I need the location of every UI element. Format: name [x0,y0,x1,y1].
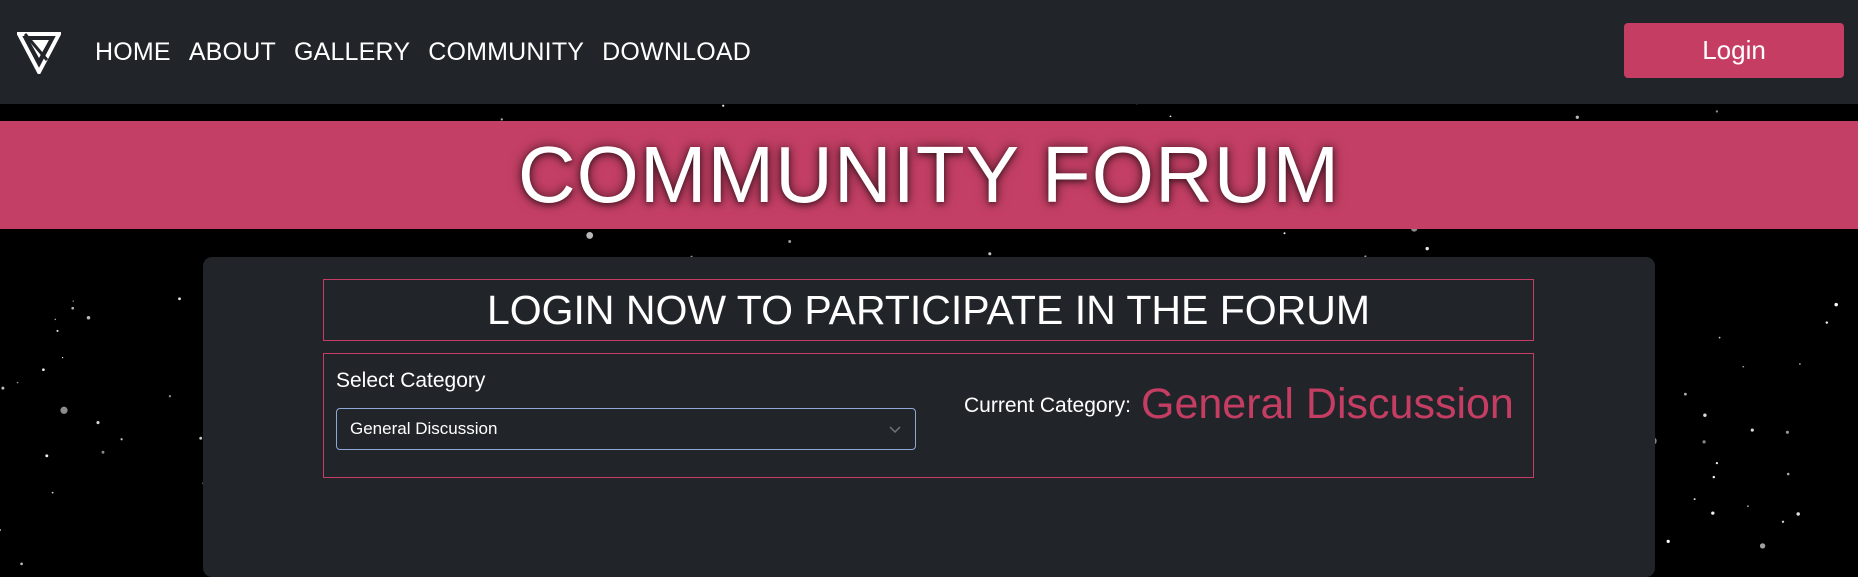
brand-logo-icon[interactable] [17,30,61,74]
current-category-value: General Discussion [1141,380,1514,428]
category-box: Select Category General Discussion Curre… [323,353,1534,478]
nav-gallery[interactable]: GALLERY [294,38,410,67]
chevron-down-icon [889,426,901,434]
login-button[interactable]: Login [1624,23,1844,78]
nav-download[interactable]: DOWNLOAD [602,38,751,67]
page-banner: COMMUNITY FORUM [0,121,1858,229]
category-select-value: General Discussion [350,419,498,438]
nav-links: HOME ABOUT GALLERY COMMUNITY DOWNLOAD [95,0,751,104]
forum-panel: LOGIN NOW TO PARTICIPATE IN THE FORUM Se… [203,257,1655,577]
login-notice: LOGIN NOW TO PARTICIPATE IN THE FORUM [323,279,1534,341]
nav-community[interactable]: COMMUNITY [428,38,584,67]
current-category-label: Current Category: [964,394,1131,417]
select-category-label: Select Category [336,369,486,392]
page-title: COMMUNITY FORUM [517,130,1341,219]
nav-home[interactable]: HOME [95,38,171,67]
category-select[interactable]: General Discussion [336,408,916,450]
nav-about[interactable]: ABOUT [189,38,276,67]
navbar: HOME ABOUT GALLERY COMMUNITY DOWNLOAD Lo… [0,0,1858,104]
